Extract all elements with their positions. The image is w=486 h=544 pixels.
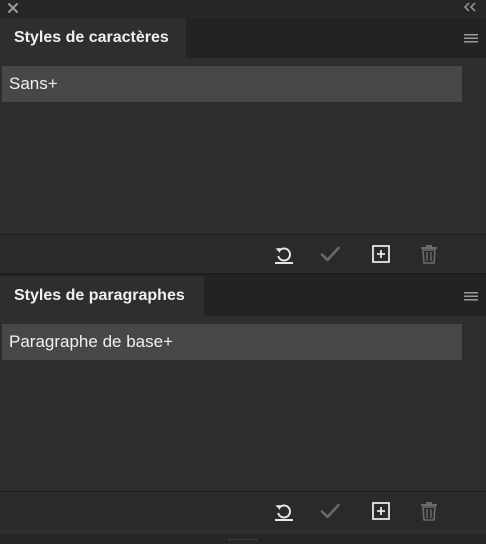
panel-menu-icon[interactable] — [464, 32, 478, 44]
panel-menu-icon[interactable] — [464, 290, 478, 302]
character-styles-panel: Styles de caractères Sans+ — [0, 18, 486, 273]
trash-icon[interactable] — [418, 243, 440, 265]
style-list: Paragraphe de base+ — [0, 316, 486, 492]
tab-bar: Styles de caractères — [0, 18, 486, 58]
list-item[interactable]: Paragraphe de base+ — [2, 324, 462, 360]
close-icon[interactable] — [6, 1, 20, 15]
trash-icon[interactable] — [418, 500, 440, 522]
new-style-icon[interactable] — [370, 500, 392, 522]
panel-footer — [0, 234, 486, 273]
list-item[interactable]: Sans+ — [2, 66, 462, 102]
paragraph-styles-panel: Styles de paragraphes Paragraphe de base… — [0, 276, 486, 534]
panel-footer — [0, 491, 486, 530]
tab-character-styles[interactable]: Styles de caractères — [0, 18, 186, 58]
tab-bar: Styles de paragraphes — [0, 276, 486, 316]
apply-checkmark-icon[interactable] — [319, 243, 341, 265]
panel-title-bar — [0, 0, 486, 18]
redefine-style-icon[interactable] — [273, 500, 295, 522]
resize-grip[interactable] — [229, 539, 257, 543]
apply-checkmark-icon[interactable] — [319, 500, 341, 522]
tab-paragraph-styles[interactable]: Styles de paragraphes — [0, 276, 204, 316]
redefine-style-icon[interactable] — [273, 243, 295, 265]
style-list: Sans+ — [0, 58, 486, 234]
double-chevron-left-icon[interactable] — [462, 0, 478, 14]
new-style-icon[interactable] — [370, 243, 392, 265]
